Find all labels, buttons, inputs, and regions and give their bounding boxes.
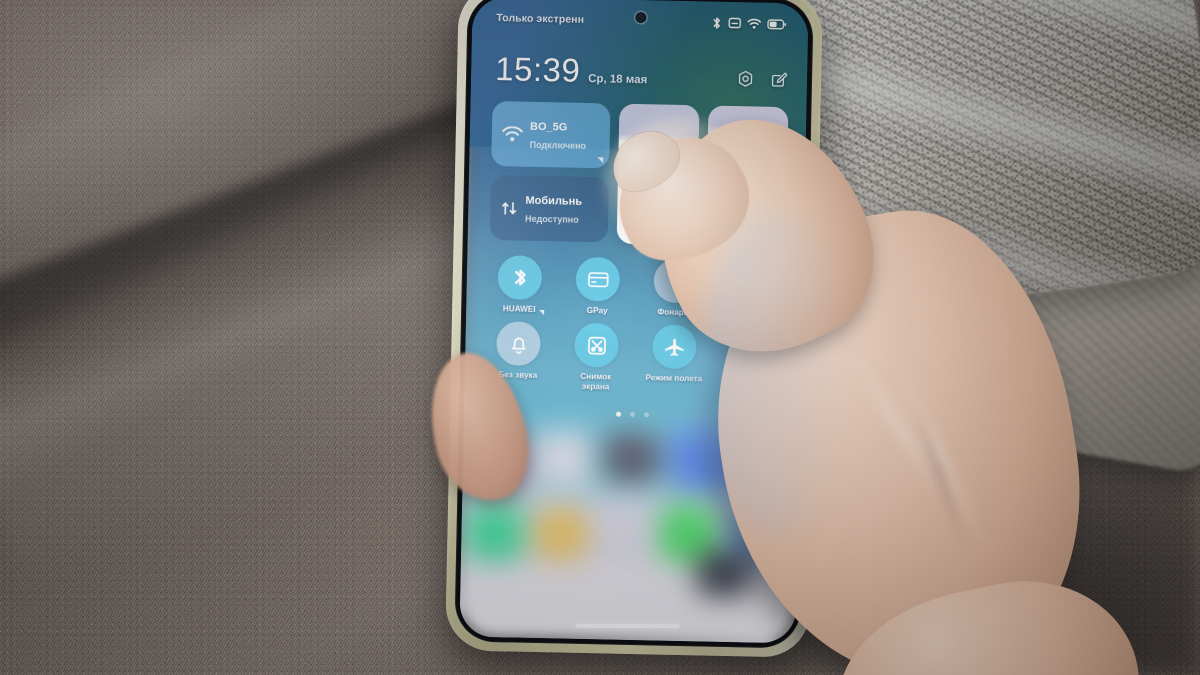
carrier-label: Только экстренн xyxy=(496,12,585,26)
bluetooth-icon xyxy=(711,16,722,29)
screen-glow-on-hand xyxy=(700,214,850,534)
wifi-card-text: BO_5G Подключено xyxy=(529,116,601,153)
status-icons xyxy=(711,16,787,31)
mobile-data-icon xyxy=(500,199,518,217)
wifi-card[interactable]: BO_5G Подключено xyxy=(491,100,611,169)
tile-silent-button[interactable] xyxy=(496,321,541,367)
bluetooth-expand-arrow-icon[interactable] xyxy=(539,310,545,316)
clock-date: Ср, 18 мая xyxy=(588,72,648,87)
hand-holding-phone xyxy=(414,86,1164,675)
tile-bluetooth[interactable]: HUAWEI xyxy=(480,255,559,316)
wifi-ssid: BO_5G xyxy=(529,120,568,134)
edit-pencil-icon[interactable] xyxy=(770,71,788,88)
wifi-icon xyxy=(502,125,523,142)
mobile-data-title: Мобильнь xyxy=(525,194,583,208)
wifi-status: Подключено xyxy=(529,139,587,151)
bluetooth-icon xyxy=(510,266,529,288)
battery-icon xyxy=(767,18,787,29)
clock-time: 15:39 xyxy=(494,50,581,89)
mobile-data-card-text: Мобильнь Недоступно xyxy=(525,190,600,228)
wifi-expand-arrow-icon[interactable] xyxy=(597,157,604,164)
tile-bluetooth-label: HUAWEI xyxy=(502,304,536,314)
wifi-icon xyxy=(747,18,762,29)
settings-gear-icon[interactable] xyxy=(737,70,754,87)
clock-group: 15:39 Ср, 18 мая xyxy=(494,50,648,89)
bell-icon xyxy=(509,333,528,354)
photo-scene: Только экстренн 15:39 Ср, 18 мая BO_5G П… xyxy=(0,0,1200,675)
alarm-icon xyxy=(728,17,741,29)
tile-bluetooth-button[interactable] xyxy=(497,255,543,301)
connectivity-cards: BO_5G Подключено Мобильнь Недоступно xyxy=(489,100,611,243)
header-actions xyxy=(737,70,788,91)
mobile-data-status: Недоступно xyxy=(525,213,579,225)
mobile-data-card[interactable]: Мобильнь Недоступно xyxy=(489,174,609,243)
clock-row: 15:39 Ср, 18 мая xyxy=(495,39,788,91)
